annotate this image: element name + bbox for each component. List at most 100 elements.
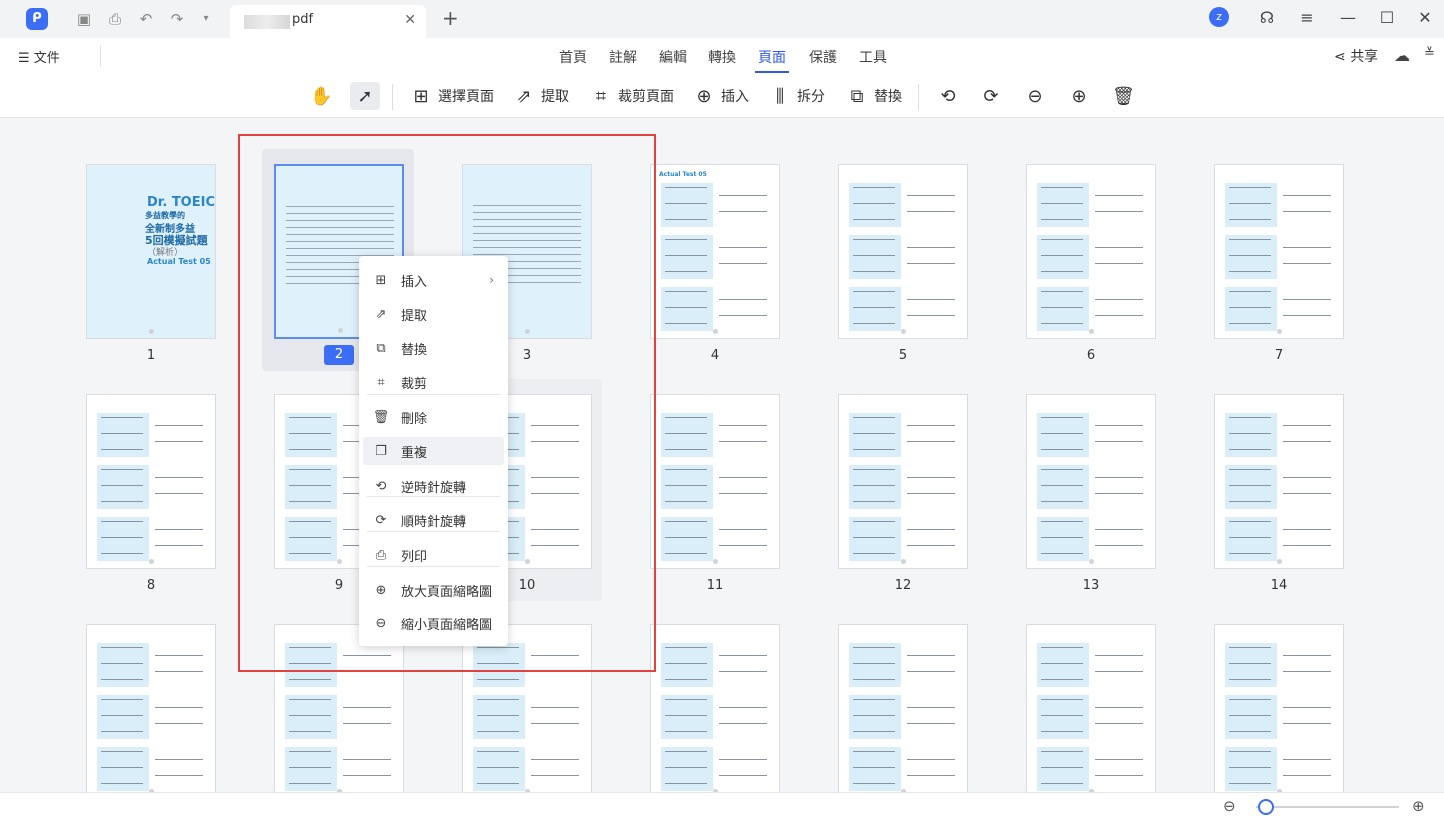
text-line [1041, 255, 1083, 256]
text-line [101, 699, 143, 700]
undo-icon[interactable]: ↶ [136, 9, 156, 29]
minimize-icon[interactable]: — [1336, 6, 1360, 30]
context-menu-item[interactable]: ⊕ 放大頁面縮略圖 [363, 576, 504, 604]
tab-annotate[interactable]: 註解 [609, 47, 637, 67]
page-thumbnail[interactable] [650, 394, 780, 569]
page-thumbnail[interactable]: Actual Test 05 [650, 164, 780, 339]
text-line [473, 233, 581, 234]
zoom-slider-handle[interactable] [1258, 799, 1274, 815]
text-line [1095, 211, 1143, 212]
context-menu-label: 替換 [401, 342, 428, 358]
text-line [853, 521, 895, 522]
page-thumbnail[interactable] [650, 624, 780, 792]
text-line [477, 663, 519, 664]
crop-icon: ⌗ [595, 85, 607, 107]
insert-label: 插入 [721, 89, 749, 105]
split-label: 拆分 [797, 89, 825, 105]
question-block [473, 643, 525, 687]
rotate-right-button[interactable]: ⟳ [980, 82, 1002, 110]
maximize-icon[interactable]: ☐ [1375, 6, 1399, 30]
page-number-label: 6 [1086, 348, 1096, 363]
avatar[interactable]: z [1209, 7, 1229, 27]
tab-home[interactable]: 首頁 [559, 47, 587, 67]
context-menu-item[interactable]: ⌗ 裁剪 [363, 368, 504, 396]
tab-protect[interactable]: 保護 [809, 47, 837, 67]
zoom-in-icon[interactable]: ⊕ [1412, 797, 1425, 815]
tab-tools[interactable]: 工具 [859, 47, 887, 67]
tab-edit[interactable]: 編輯 [659, 47, 687, 67]
zoom-out-button[interactable]: ⊖ [1024, 82, 1046, 110]
select-tool-button[interactable]: ➚ [350, 82, 380, 110]
text-line [1283, 195, 1331, 196]
page-thumbnail[interactable] [1026, 624, 1156, 792]
text-line [101, 715, 143, 716]
context-menu-item[interactable]: ⎙ 列印 [363, 541, 504, 569]
text-line [1229, 699, 1271, 700]
tab-convert[interactable]: 轉換 [708, 47, 736, 67]
page-thumbnail[interactable] [838, 394, 968, 569]
question-block [849, 643, 901, 687]
file-menu[interactable]: ☰ 文件 [18, 47, 60, 66]
page-thumbnail[interactable] [274, 624, 404, 792]
page-thumbnail[interactable] [86, 394, 216, 569]
text-line [286, 241, 394, 242]
rotate-left-button[interactable]: ⟲ [937, 82, 959, 110]
zoom-slider[interactable] [1256, 806, 1399, 808]
close-window-icon[interactable]: ✕ [1413, 6, 1437, 30]
context-menu-item[interactable]: ⟳ 順時針旋轉 [363, 506, 504, 534]
text-line [719, 529, 767, 530]
context-menu-item[interactable]: ⧉ 替換 [363, 334, 504, 362]
redo-icon[interactable]: ↷ [167, 9, 187, 29]
text-line [1229, 219, 1271, 220]
zoom-in-button[interactable]: ⊕ [1068, 82, 1090, 110]
divider [918, 84, 919, 110]
page-indicator-dot [1277, 559, 1282, 564]
page-thumbnail[interactable] [838, 624, 968, 792]
text-line [343, 671, 391, 672]
page-thumbnail-cover[interactable]: Dr. TOEIC 多益教學的 全新制多益 5回模擬試題 （解析） Actual Test… [86, 164, 216, 339]
save-icon[interactable]: ▣ [74, 9, 94, 29]
page-thumbnail[interactable] [86, 624, 216, 792]
context-menu-item[interactable]: ⊞ 插入 › [363, 266, 504, 294]
page-thumbnail[interactable] [1214, 624, 1344, 792]
text-line [665, 679, 707, 680]
zoom-out-icon[interactable]: ⊖ [1223, 797, 1236, 815]
context-menu-item[interactable]: 🗑 刪除 [363, 403, 504, 431]
page-thumbnail[interactable] [1214, 394, 1344, 569]
hamburger-menu-icon[interactable]: ≡ [1295, 6, 1319, 30]
quick-access-dropdown-icon[interactable]: ▾ [196, 9, 216, 29]
select-pages-button[interactable]: ⊞ 選擇頁面 [410, 82, 494, 110]
extract-button[interactable]: ⇗ 提取 [513, 82, 569, 110]
text-line [665, 731, 707, 732]
document-tab[interactable]: pdf ✕ [230, 5, 426, 38]
context-menu-item[interactable]: ⊖ 縮小頁面縮略圖 [363, 609, 504, 637]
insert-button[interactable]: ⊕ 插入 [693, 82, 749, 110]
text-line [853, 751, 895, 752]
tab-close-icon[interactable]: ✕ [404, 12, 416, 28]
context-menu-item[interactable]: ❐ 重複 [363, 437, 504, 465]
tab-page[interactable]: 頁面 [758, 47, 786, 67]
context-menu-item[interactable]: ⇗ 提取 [363, 300, 504, 328]
text-line [343, 723, 391, 724]
page-thumbnail[interactable] [1026, 164, 1156, 339]
split-button[interactable]: ⫼ 拆分 [769, 82, 825, 110]
page-thumbnail[interactable] [462, 624, 592, 792]
cloud-upload-icon[interactable]: ☁ [1394, 46, 1410, 65]
print-icon[interactable]: ⎙ [105, 9, 125, 29]
headset-support-icon[interactable]: ☊ [1255, 6, 1279, 30]
page-thumbnail[interactable] [1026, 394, 1156, 569]
hand-tool-button[interactable]: ✋ [310, 82, 332, 110]
page-number-label: 11 [706, 578, 724, 593]
delete-page-button[interactable]: 🗑 [1112, 82, 1135, 110]
duplicate-icon: ❐ [375, 443, 387, 459]
text-line [853, 239, 895, 240]
new-tab-icon[interactable]: + [442, 6, 459, 30]
share-button[interactable]: ⋖ 共享 [1334, 46, 1378, 66]
print-icon: ⎙ [375, 547, 387, 563]
page-thumbnail[interactable] [1214, 164, 1344, 339]
crop-pages-button[interactable]: ⌗ 裁剪頁面 [590, 82, 674, 110]
page-indicator-dot [525, 329, 530, 334]
page-thumbnail[interactable] [838, 164, 968, 339]
collapse-ribbon-icon[interactable]: ≚ [1424, 46, 1435, 61]
replace-button[interactable]: ⧉ 替換 [846, 82, 902, 110]
